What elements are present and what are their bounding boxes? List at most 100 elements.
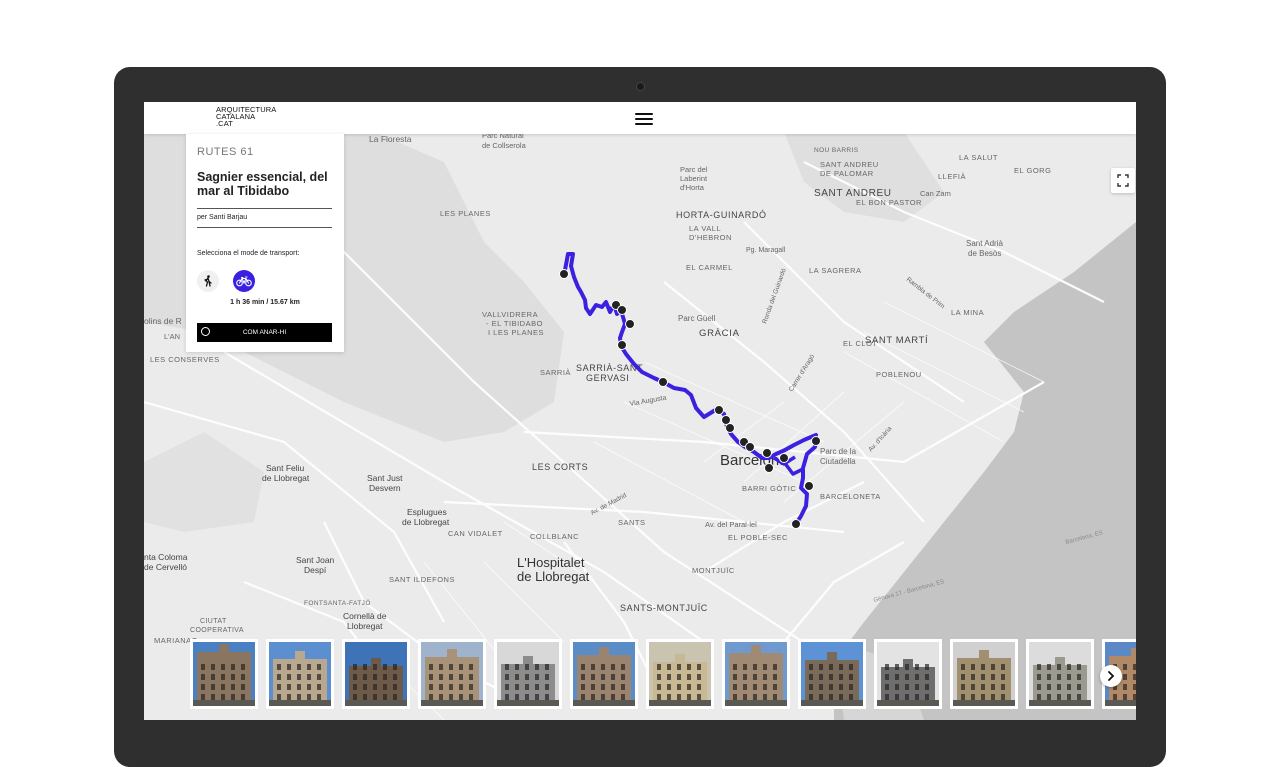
map-label: LLEFIÀ <box>938 172 966 181</box>
map-label: La Floresta <box>369 134 412 144</box>
chevron-right-icon <box>1108 671 1115 681</box>
next-thumbnails-button[interactable] <box>1100 665 1122 687</box>
route-stop[interactable] <box>617 305 627 315</box>
map-label: L'Hospitalet de Llobregat <box>517 555 590 584</box>
map-label: NOU BARRIS <box>814 147 859 154</box>
building-thumbnail[interactable] <box>342 639 410 709</box>
map-label: COLLBLANC <box>530 532 579 541</box>
building-thumbnail[interactable] <box>722 639 790 709</box>
building-photo <box>801 642 863 706</box>
route-stop[interactable] <box>779 453 789 463</box>
map-label: L'AN <box>164 332 180 341</box>
divider <box>197 208 332 209</box>
site-logo[interactable]: ARQUITECTURA CATALANA .CAT <box>216 106 286 128</box>
map-label: VALLVIDRERA - EL TIBIDABO I LES PLANES <box>482 310 544 337</box>
map-label: BARRI GÒTIC <box>742 484 796 493</box>
building-thumbnail[interactable] <box>418 639 486 709</box>
route-stop[interactable] <box>791 519 801 529</box>
route-stop[interactable] <box>658 377 668 387</box>
map-label: SARRIÀ <box>540 368 571 377</box>
map-label: MONTJUÏC <box>692 566 735 575</box>
map-label: Sant Feliu de Llobregat <box>262 463 310 483</box>
transport-mode-label: Selecciona el mode de transport: <box>197 250 300 257</box>
building-photo <box>877 642 939 706</box>
route-series-label: RUTES 61 <box>197 146 254 158</box>
map-label: GRÀCIA <box>699 328 740 339</box>
map-label: LA SAGRERA <box>809 266 862 275</box>
map-label: Sant Just Desvern <box>367 473 403 493</box>
building-thumbnail[interactable] <box>1026 639 1094 709</box>
map-label: nta Coloma de Cervelló <box>144 552 188 572</box>
map-label: LA MINA <box>951 308 984 317</box>
hamburger-menu-icon[interactable] <box>635 110 653 126</box>
building-photo <box>1029 642 1091 706</box>
building-photo <box>345 642 407 706</box>
building-thumbnail[interactable] <box>646 639 714 709</box>
building-thumbnail[interactable] <box>798 639 866 709</box>
map-label: CAN VIDALET <box>448 529 503 538</box>
app-screen: La Floresta Parc Natural de Collserola LE… <box>144 102 1136 720</box>
route-stop[interactable] <box>764 463 774 473</box>
building-photo <box>649 642 711 706</box>
directions-button-label: COM ANAR-HI <box>242 329 287 336</box>
fullscreen-button[interactable] <box>1111 168 1135 193</box>
building-thumbnail[interactable] <box>950 639 1018 709</box>
map-label: SANT ILDEFONS <box>389 575 455 584</box>
building-thumbnail[interactable] <box>874 639 942 709</box>
map-label: BARCELONETA <box>820 492 881 501</box>
route-stop[interactable] <box>811 436 821 446</box>
bike-mode-button[interactable] <box>233 270 255 292</box>
map-label: SANT MARTÍ <box>865 335 928 346</box>
map-label: LES CORTS <box>532 462 588 472</box>
logo-line: .CAT <box>216 119 233 128</box>
building-photo <box>573 642 635 706</box>
building-thumbnail[interactable] <box>190 639 258 709</box>
route-stop[interactable] <box>725 423 735 433</box>
building-photo <box>193 642 255 706</box>
route-stop[interactable] <box>762 448 772 458</box>
route-author[interactable]: per Santi Barjau <box>197 214 247 221</box>
walk-mode-button[interactable] <box>197 270 219 292</box>
route-info-panel: RUTES 61 Sagnier essencial, del mar al T… <box>186 134 344 352</box>
building-photo <box>497 642 559 706</box>
camera-dot <box>636 82 645 91</box>
bicycle-icon <box>236 276 252 287</box>
map-label: Cornellà de Llobregat <box>343 611 387 631</box>
building-thumbnail-strip <box>190 639 1136 720</box>
route-stop[interactable] <box>559 269 569 279</box>
top-navigation-bar: ARQUITECTURA CATALANA .CAT <box>144 102 1136 134</box>
map-label: EL POBLE-SEC <box>728 533 788 542</box>
map-label: SANT ANDREU DE PALOMAR <box>820 160 879 178</box>
building-thumbnail[interactable] <box>494 639 562 709</box>
map-label: SANTS <box>618 518 646 527</box>
map-label: EL CARMEL <box>686 263 733 272</box>
route-stop[interactable] <box>745 442 755 452</box>
map-label: FONTSANTA-FATJÓ <box>304 598 371 607</box>
walking-icon <box>204 275 212 287</box>
map-label: Parc del Laberint d'Horta <box>680 165 708 192</box>
map-label: Av. del Paral·lel <box>705 520 757 529</box>
building-photo <box>421 642 483 706</box>
map-label: LES PLANES <box>440 209 491 218</box>
route-stop[interactable] <box>625 319 635 329</box>
map-label: LA SALUT <box>959 153 998 162</box>
map-label: POBLENOU <box>876 370 922 379</box>
map-label: EL GORG <box>1014 166 1051 175</box>
map-label: Pg. Maragall <box>746 247 786 254</box>
building-photo <box>953 642 1015 706</box>
directions-button[interactable]: COM ANAR-HI <box>197 323 332 342</box>
map-label: LES CONSERVES <box>150 355 220 364</box>
route-stop[interactable] <box>804 481 814 491</box>
building-thumbnail[interactable] <box>570 639 638 709</box>
building-photo <box>269 642 331 706</box>
route-stop[interactable] <box>714 405 724 415</box>
map-label: HORTA-GUINARDÓ <box>676 210 767 220</box>
route-stop[interactable] <box>617 340 627 350</box>
map-label: Parc de la Ciutadella <box>820 447 857 466</box>
map-label: Esplugues de Llobregat <box>402 507 450 527</box>
map-label: SANTS-MONTJUÏC <box>620 603 708 613</box>
building-thumbnail[interactable] <box>266 639 334 709</box>
map-label: Sant Adrià de Besòs <box>966 239 1003 258</box>
map-label: Can Zam <box>920 189 951 198</box>
map-label: EL BON PASTOR <box>856 198 922 207</box>
